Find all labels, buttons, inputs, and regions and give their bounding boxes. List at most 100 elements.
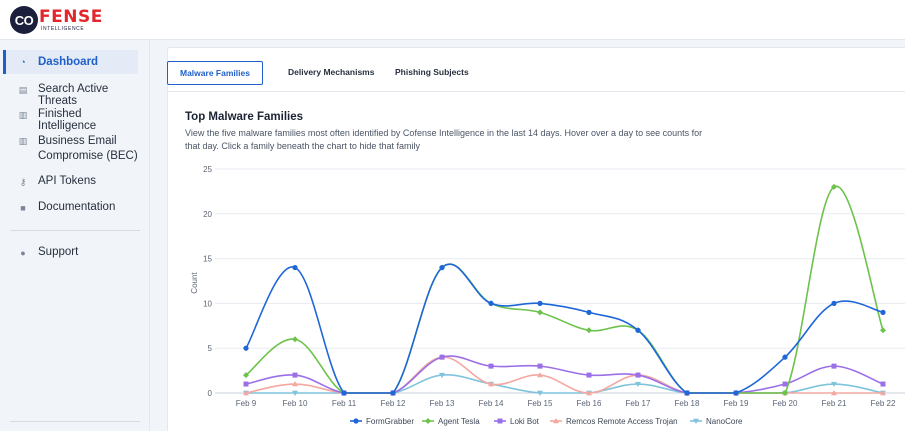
sidebar-item-label: Business Email Compromise (BEC) (38, 135, 138, 162)
legend-marker[interactable] (353, 418, 359, 424)
document-icon: ▥ (18, 136, 28, 146)
sidebar-item-api-tokens[interactable]: ⚷ API Tokens (6, 175, 138, 187)
legend-marker[interactable] (425, 418, 431, 424)
chart-title: Top Malware Families (185, 111, 304, 123)
sidebar-item-documentation[interactable]: ■ Documentation (6, 201, 138, 213)
sidebar: ◔ Dashboard ▤ Search Active Threats ▥ Fi… (0, 40, 150, 431)
x-axis-ticks: Feb 9 Feb 10 Feb 11 Feb 12 Feb 13 Feb 14 Feb 1… (236, 399, 896, 408)
legend-label: Remcos Remote Access Trojan (566, 417, 678, 426)
data-point[interactable] (586, 309, 592, 315)
data-point[interactable] (439, 354, 445, 360)
legend-item[interactable]: NanoCore (690, 417, 743, 426)
legend-label: Loki Bot (510, 417, 540, 426)
tab-malware-families[interactable]: Malware Families (167, 61, 263, 85)
chart-description: View the five malware families most ofte… (185, 128, 703, 151)
data-point[interactable] (292, 336, 298, 343)
y-tick-label: 10 (203, 299, 212, 308)
sidebar-item-bec[interactable]: ▥ Business Email Compromise (BEC) (6, 134, 138, 164)
logo-mark: CO (10, 6, 38, 34)
sidebar-divider (10, 230, 140, 231)
x-tick-label: Feb 14 (479, 399, 504, 408)
data-point[interactable] (831, 300, 837, 306)
logo-name: FENSE (39, 6, 103, 27)
x-tick-label: Feb 13 (430, 399, 455, 408)
data-point[interactable] (880, 381, 886, 387)
x-tick-label: Feb 12 (381, 399, 406, 408)
y-tick-label: 0 (208, 389, 213, 398)
data-point[interactable] (341, 390, 347, 396)
sidebar-item-label: Documentation (38, 201, 116, 213)
tab-bar: Malware Families Delivery Mechanisms Phi… (167, 48, 905, 92)
data-point[interactable] (586, 327, 592, 334)
document-icon: ▥ (18, 110, 28, 120)
legend-marker[interactable] (497, 418, 503, 424)
search-list-icon: ▤ (18, 85, 28, 95)
series-formgrabber (243, 263, 886, 396)
data-point[interactable] (537, 309, 543, 316)
dashboard-icon: ◔ (20, 57, 26, 67)
sidebar-item-search-active-threats[interactable]: ▤ Search Active Threats (6, 83, 138, 107)
legend-item[interactable]: FormGrabber (350, 417, 414, 426)
data-point[interactable] (586, 372, 592, 378)
data-point[interactable] (831, 363, 837, 369)
sidebar-item-label: Support (38, 246, 79, 258)
sidebar-divider-bottom (10, 421, 140, 422)
data-point[interactable] (439, 264, 445, 271)
y-tick-label: 20 (203, 210, 212, 219)
malware-families-chart: 0 5 10 15 20 25 Feb 9 Feb 10 Feb 11 Feb 12 Feb 13… (190, 165, 905, 426)
book-icon: ■ (20, 203, 26, 213)
data-point[interactable] (390, 390, 396, 396)
top-bar: CO FENSE INTELLIGENCE (0, 0, 905, 40)
x-tick-label: Feb 16 (577, 399, 602, 408)
data-point[interactable] (782, 354, 788, 360)
legend-label: Agent Tesla (438, 417, 480, 426)
x-tick-label: Feb 17 (626, 399, 651, 408)
sidebar-item-label: Search Active Threats (38, 83, 109, 107)
data-point[interactable] (635, 327, 641, 333)
x-tick-label: Feb 22 (871, 399, 896, 408)
legend-item[interactable]: Loki Bot (494, 417, 540, 426)
legend-item[interactable]: Agent Tesla (422, 417, 480, 426)
data-point[interactable] (782, 381, 788, 387)
x-tick-label: Feb 9 (236, 399, 257, 408)
legend-item[interactable]: Remcos Remote Access Trojan (550, 417, 678, 426)
sidebar-item-support[interactable]: ● Support (6, 246, 138, 258)
data-point[interactable] (684, 390, 690, 396)
y-tick-label: 5 (208, 344, 213, 353)
key-icon: ⚷ (19, 177, 27, 187)
x-tick-label: Feb 15 (528, 399, 553, 408)
cofense-logo[interactable]: CO FENSE INTELLIGENCE (10, 6, 103, 34)
data-point[interactable] (880, 327, 886, 334)
data-point[interactable] (243, 381, 249, 387)
y-axis-label: Count (190, 272, 199, 294)
data-point[interactable] (243, 345, 249, 351)
data-point[interactable] (488, 363, 494, 369)
tab-delivery-mechanisms[interactable]: Delivery Mechanisms (288, 67, 374, 77)
data-point[interactable] (537, 300, 543, 306)
sidebar-item-label: Finished Intelligence (38, 108, 97, 132)
x-tick-label: Feb 19 (724, 399, 749, 408)
series-line (245, 185, 884, 394)
sidebar-item-label: Dashboard (38, 56, 99, 68)
sidebar-item-finished-intelligence[interactable]: ▥ Finished Intelligence (6, 108, 138, 132)
sidebar-item-dashboard[interactable]: ◔ Dashboard (3, 50, 138, 74)
data-point[interactable] (537, 363, 543, 369)
tab-phishing-subjects[interactable]: Phishing Subjects (395, 67, 469, 77)
logo-subtitle: INTELLIGENCE (41, 25, 85, 32)
data-point[interactable] (733, 390, 739, 396)
legend-label: NanoCore (706, 417, 743, 426)
legend-label: FormGrabber (366, 417, 414, 426)
series-lines (243, 183, 886, 396)
data-point[interactable] (880, 309, 886, 315)
logo-wordmark: FENSE INTELLIGENCE (39, 6, 103, 32)
data-point[interactable] (635, 372, 641, 378)
x-tick-label: Feb 10 (283, 399, 308, 408)
chart-legend[interactable]: FormGrabber Agent Tesla Loki Bot Remcos Rem… (350, 417, 743, 426)
x-tick-label: Feb 18 (675, 399, 700, 408)
x-tick-label: Feb 21 (822, 399, 847, 408)
data-point[interactable] (292, 372, 298, 378)
user-icon: ● (20, 248, 26, 258)
series-line (245, 263, 884, 394)
data-point[interactable] (488, 300, 494, 306)
data-point[interactable] (292, 264, 298, 271)
